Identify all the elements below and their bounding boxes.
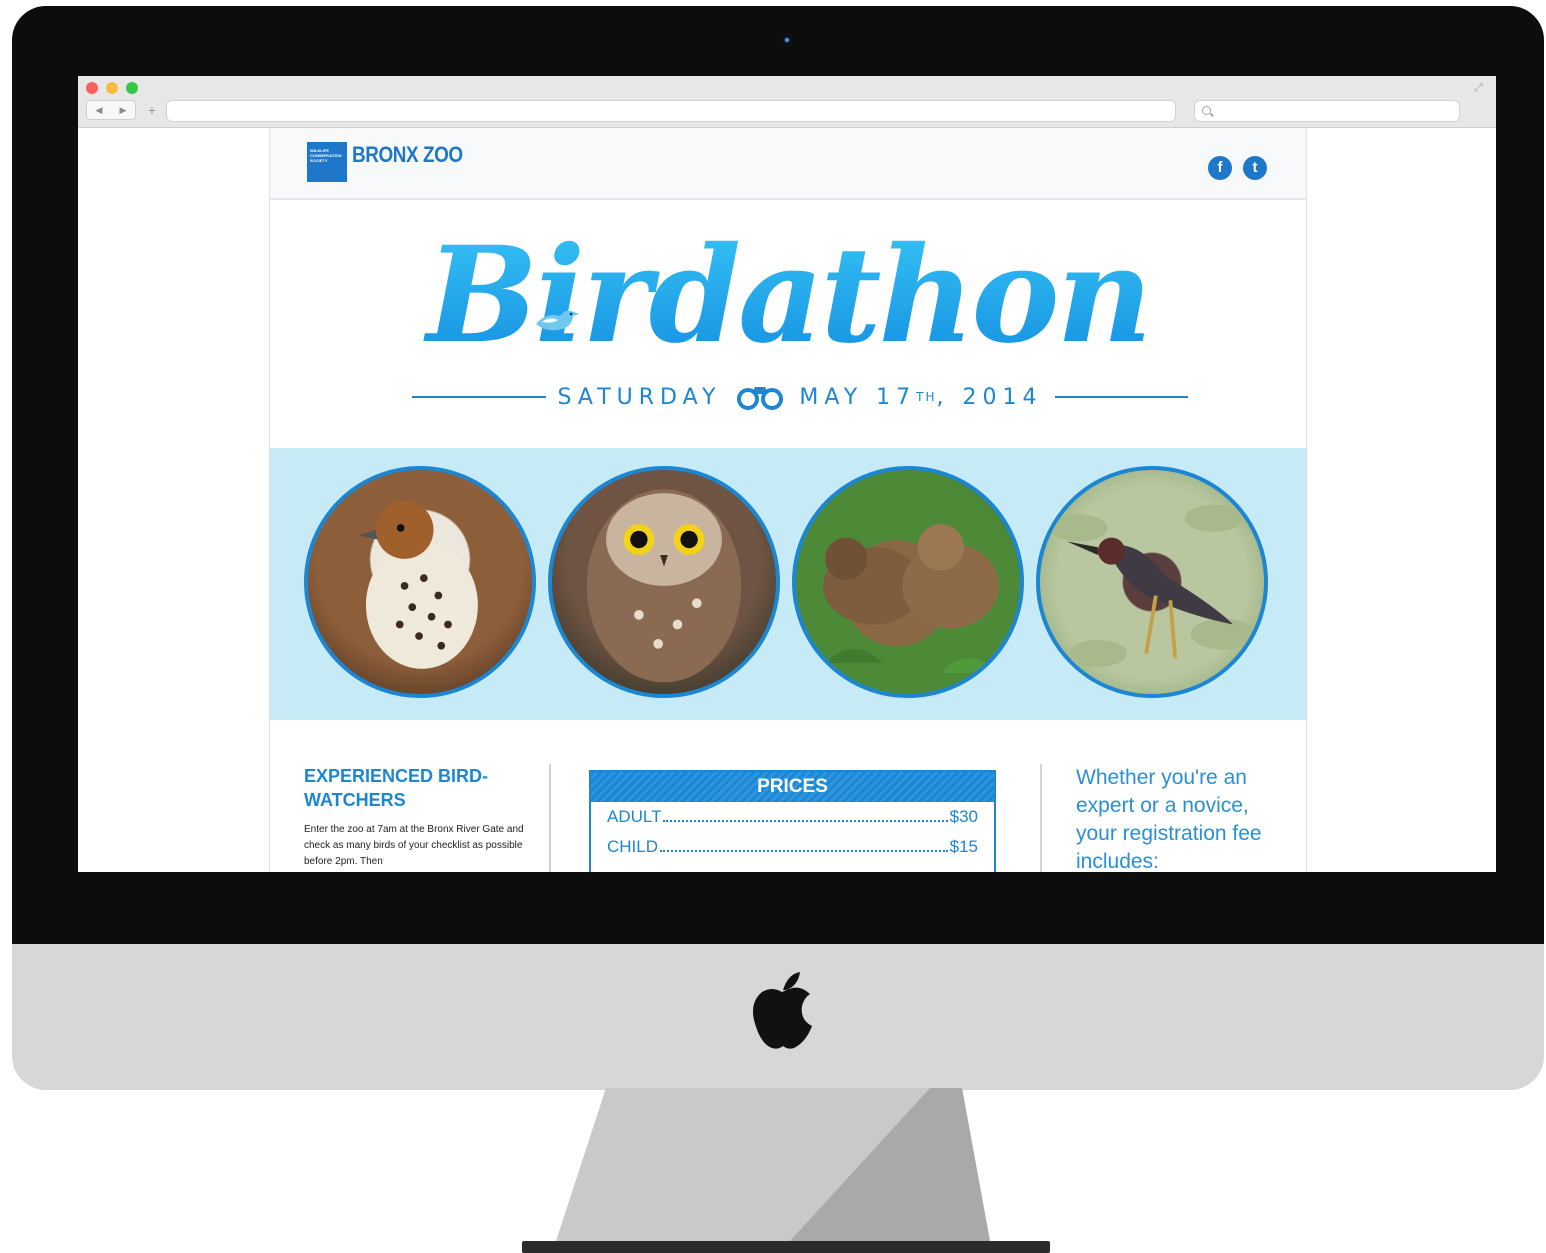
event-title: Birdathon: [270, 218, 1306, 373]
binoculars-icon: [737, 387, 784, 410]
new-tab-button[interactable]: +: [142, 100, 162, 120]
search-icon: [1202, 106, 1211, 115]
owl-photo: [548, 466, 780, 698]
back-button[interactable]: ◀: [96, 105, 103, 116]
minimize-window-button[interactable]: [106, 82, 118, 94]
leader-dots: [663, 820, 948, 822]
price-row: ADULT $30: [607, 802, 978, 832]
info-section: EXPERIENCED BIRD-WATCHERS Enter the zoo …: [270, 720, 1306, 872]
price-row: CHILD $15: [607, 832, 978, 862]
browser-window: ◀ ▶ + ⤢ WILDLIFE CONSERVATION SOCIETY BR…: [78, 76, 1496, 872]
price-label: CHILD: [607, 837, 659, 856]
wcs-logo[interactable]: WILDLIFE CONSERVATION SOCIETY: [307, 142, 347, 182]
close-window-button[interactable]: [86, 82, 98, 94]
bird-photo-band: [270, 448, 1306, 720]
monitor-stand: [556, 1088, 990, 1241]
bronx-zoo-logo-text[interactable]: BRONX ZOO: [352, 142, 463, 168]
nav-buttons: ◀ ▶: [86, 100, 136, 120]
ducklings-photo: [792, 466, 1024, 698]
facebook-icon[interactable]: f: [1208, 156, 1232, 180]
address-bar[interactable]: [166, 100, 1176, 122]
date-month-day: MAY 17: [799, 384, 917, 410]
fullscreen-icon[interactable]: ⤢: [1474, 82, 1483, 95]
date-text: SATURDAY MAY 17 TH , 2014: [558, 384, 1043, 410]
camera-icon: [781, 34, 793, 46]
maximize-window-button[interactable]: [126, 82, 138, 94]
stand-foot: [522, 1241, 1050, 1253]
browser-toolbar: ◀ ▶ + ⤢: [78, 76, 1496, 128]
divider-line: [412, 396, 546, 398]
hero-banner: Birdathon SATURDAY MAY 17 TH , 2014: [270, 202, 1306, 448]
price-value: $30: [949, 807, 978, 826]
date-year: , 2014: [936, 384, 1043, 410]
experienced-heading: EXPERIENCED BIRD-WATCHERS: [304, 766, 489, 810]
experienced-body: Enter the zoo at 7am at the Bronx River …: [304, 824, 524, 867]
site-header: WILDLIFE CONSERVATION SOCIETY BRONX ZOO …: [270, 128, 1306, 200]
price-label: ADULT: [607, 807, 662, 826]
event-date: SATURDAY MAY 17 TH , 2014: [400, 382, 1200, 412]
browser-search-input[interactable]: [1194, 100, 1460, 122]
divider-line: [1054, 396, 1189, 398]
web-page: WILDLIFE CONSERVATION SOCIETY BRONX ZOO …: [269, 128, 1307, 872]
heron-photo: [1036, 466, 1268, 698]
twitter-icon[interactable]: t: [1243, 156, 1267, 180]
date-suffix: TH: [916, 390, 937, 404]
price-value: $15: [949, 837, 978, 856]
thrush-photo: [304, 466, 536, 698]
registration-text: Whether you're an expert or a novice, yo…: [1076, 766, 1262, 872]
forward-button[interactable]: ▶: [120, 105, 127, 116]
leader-dots: [660, 850, 948, 852]
apple-logo-icon: [753, 972, 812, 1049]
bluebird-icon: [536, 310, 579, 331]
prices-heading: PRICES: [591, 772, 994, 802]
experienced-column: EXPERIENCED BIRD-WATCHERS Enter the zoo …: [304, 764, 524, 870]
prices-table: PRICES ADULT $30 CHILD $15: [589, 770, 996, 872]
date-day: SATURDAY: [557, 384, 722, 410]
column-divider: [549, 764, 551, 872]
column-divider: [1040, 764, 1042, 872]
imac-mockup: ◀ ▶ + ⤢ WILDLIFE CONSERVATION SOCIETY BR…: [0, 0, 1546, 1253]
